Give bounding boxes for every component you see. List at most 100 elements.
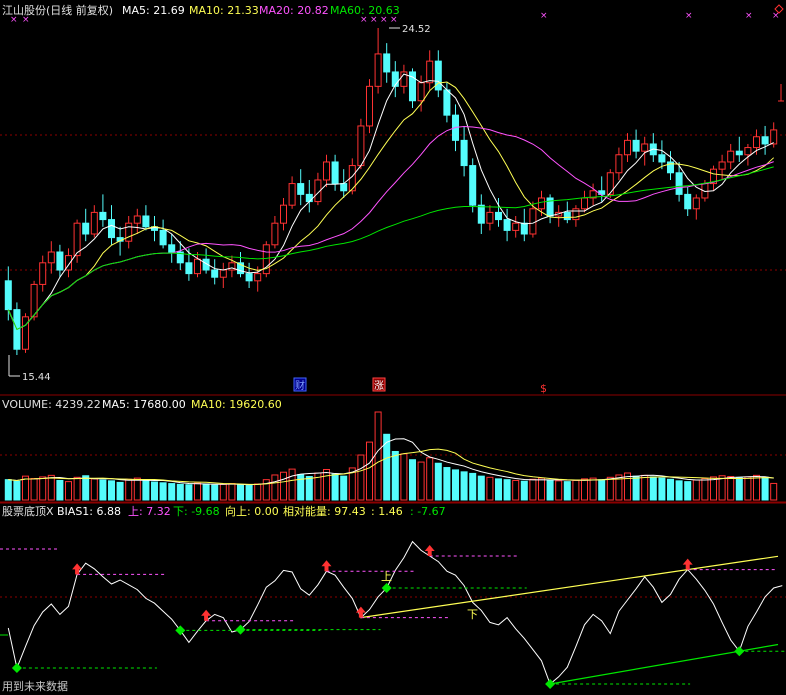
- footer-note: 用到未来数据: [2, 679, 68, 693]
- candle-body: [632, 139, 640, 152]
- event-x-marker: ×: [10, 15, 18, 25]
- ma10-line: [7, 81, 775, 331]
- event-x-marker: ×: [22, 15, 30, 25]
- volume-header-ma10: MA10: 19620.60: [191, 398, 282, 411]
- bottom-diamond-icon: [175, 625, 186, 636]
- volume-bar: [408, 459, 417, 501]
- volume-bar: [692, 479, 700, 501]
- volume-bar: [202, 483, 210, 501]
- candle-body: [658, 154, 666, 163]
- candle-body: [168, 244, 176, 253]
- volume-bar: [744, 476, 752, 501]
- signal-markers: × × × × × × × × × ×: [0, 11, 786, 689]
- candle-body: [692, 197, 700, 210]
- volume-bar: [701, 477, 709, 501]
- candle-body: [512, 222, 520, 231]
- top-arrow-icon: [355, 606, 366, 618]
- event-x-marker: ×: [370, 15, 378, 25]
- high-price-label: 24.52: [402, 24, 431, 35]
- volume-bar: [168, 483, 176, 501]
- volume-bar: [546, 479, 554, 501]
- volume-bar: [64, 481, 73, 501]
- volume-bar: [606, 476, 614, 501]
- candle-body: [322, 161, 331, 181]
- volume-bar: [632, 475, 640, 501]
- volume-bar: [434, 462, 442, 501]
- event-s-text[interactable]: $: [540, 382, 547, 395]
- candle-body: [47, 251, 55, 264]
- volume-header-ma5: MA5: 17680.00: [102, 398, 186, 411]
- volume-bar: [90, 478, 98, 501]
- candle-body: [288, 183, 296, 206]
- volume-bar: [4, 479, 12, 501]
- candle-body: [365, 85, 374, 127]
- volume-bar: [761, 476, 769, 501]
- candle-body: [56, 251, 64, 271]
- event-x-marker: ×: [685, 11, 693, 21]
- candle-body: [537, 197, 546, 210]
- candle-body: [340, 183, 348, 192]
- volume-bar: [520, 480, 528, 501]
- volume-bar: [297, 474, 305, 501]
- candle-body: [219, 269, 227, 278]
- volume-bar: [47, 474, 55, 501]
- indicator-header-down: 下: -9.68: [173, 505, 220, 518]
- volume-bar: [185, 484, 193, 501]
- volume-bar: [572, 479, 580, 501]
- candle-body: [684, 193, 692, 210]
- volume-bar: [176, 483, 184, 501]
- indicator-header-upward: 向上: 0.00: [225, 504, 279, 518]
- indicator-header-title: 股票底顶X: [2, 504, 54, 518]
- volume-bar: [193, 482, 202, 501]
- candle-body: [477, 204, 485, 224]
- candle-body: [133, 215, 141, 224]
- volume-bar: [340, 475, 348, 501]
- candle-body: [580, 197, 589, 210]
- candle-body: [623, 139, 632, 156]
- volume-bar: [477, 475, 485, 501]
- candle-body: [572, 208, 580, 221]
- volume-bar: [641, 474, 649, 501]
- volume-bar: [735, 477, 743, 501]
- top-arrow-icon: [201, 609, 212, 621]
- candle-body: [331, 161, 339, 185]
- candle-body: [305, 193, 313, 203]
- candle-body: [193, 258, 202, 275]
- volume-bar: [271, 474, 279, 501]
- indicator-up-mark: 上: [381, 570, 392, 583]
- volume-bar: [537, 477, 546, 501]
- volume-bar: [770, 482, 778, 501]
- candle-body: [443, 89, 451, 116]
- volume-bar: [709, 476, 718, 501]
- candle-body: [735, 150, 743, 156]
- volume-bar: [288, 468, 296, 501]
- volume-bar: [322, 468, 331, 501]
- event-zhang-text: 涨: [374, 380, 384, 392]
- indicator-series: [7, 540, 783, 685]
- candle-body: [374, 53, 382, 87]
- candle-body: [279, 204, 288, 224]
- volume-bar: [512, 479, 520, 501]
- candle-body: [503, 219, 511, 231]
- event-x-marker: ×: [360, 15, 368, 25]
- volume-bar: [718, 475, 726, 501]
- candle-body: [486, 211, 494, 224]
- volume-bar: [116, 481, 124, 501]
- bottom-diamond-icon: [11, 663, 22, 673]
- volume-bar: [563, 481, 571, 501]
- candle-body: [21, 316, 30, 350]
- moving-average-lines: [7, 73, 775, 331]
- indicator-header-bias: BIAS1: 6.88: [57, 505, 121, 518]
- panel-grid: [0, 134, 786, 598]
- volume-bar: [580, 478, 589, 501]
- candle-body: [718, 161, 726, 170]
- low-price-label: 15.44: [22, 372, 51, 383]
- candle-body: [727, 150, 735, 163]
- volume-bar: [460, 471, 468, 501]
- volume-bar: [73, 476, 81, 501]
- volume-bar: [443, 467, 451, 501]
- volume-bar: [357, 454, 365, 501]
- volume-bar: [82, 475, 90, 501]
- volume-bar: [555, 480, 563, 501]
- bottom-diamond-icon: [734, 646, 745, 657]
